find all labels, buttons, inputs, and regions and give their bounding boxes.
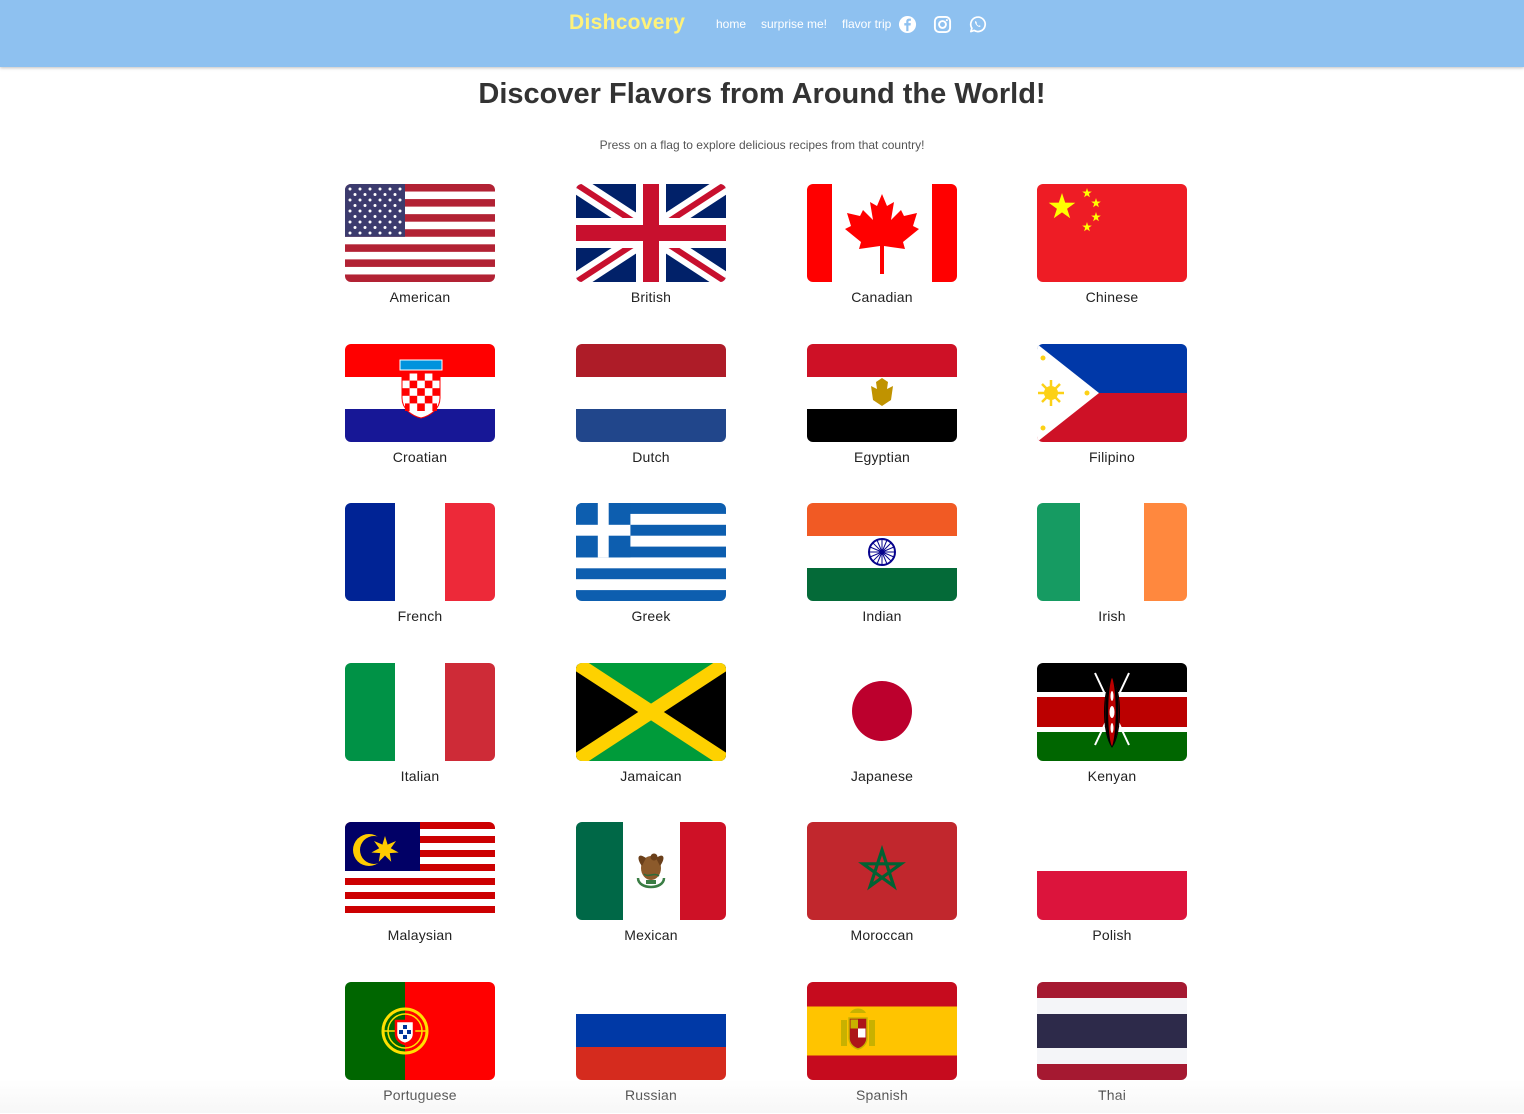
cuisine-card-spanish[interactable]: Spanish xyxy=(807,982,957,1114)
spain-flag-icon xyxy=(807,982,957,1080)
cuisine-label: French xyxy=(397,608,443,624)
cuisine-label: Jamaican xyxy=(620,768,682,784)
cuisine-label: Irish xyxy=(1098,608,1126,624)
cuisine-label: Filipino xyxy=(1089,449,1135,465)
cuisine-label: Polish xyxy=(1092,927,1132,943)
cuisine-label: Greek xyxy=(631,608,671,624)
italy-flag-icon xyxy=(345,663,495,761)
greece-flag-icon xyxy=(576,503,726,601)
cuisine-label: Moroccan xyxy=(850,927,914,943)
page-subtitle: Press on a flag to explore delicious rec… xyxy=(599,138,925,152)
cuisine-card-jamaican[interactable]: Jamaican xyxy=(576,663,726,795)
portugal-flag-icon xyxy=(345,982,495,1080)
canada-flag-icon xyxy=(807,184,957,282)
cuisine-label: Malaysian xyxy=(387,927,453,943)
cuisine-card-italian[interactable]: Italian xyxy=(345,663,495,795)
nav-link-home[interactable]: home xyxy=(716,17,746,31)
cuisine-card-portuguese[interactable]: Portuguese xyxy=(345,982,495,1114)
page-title: Discover Flavors from Around the World! xyxy=(478,78,1046,110)
cuisine-card-egyptian[interactable]: Egyptian xyxy=(807,344,957,476)
cuisine-label: Spanish xyxy=(856,1087,908,1103)
whatsapp-icon[interactable] xyxy=(968,15,987,34)
nav-link-surprise-me[interactable]: surprise me! xyxy=(761,17,827,31)
france-flag-icon xyxy=(345,503,495,601)
cuisine-card-dutch[interactable]: Dutch xyxy=(576,344,726,476)
cuisine-label: Croatian xyxy=(392,449,448,465)
cuisine-label: Dutch xyxy=(632,449,670,465)
netherlands-flag-icon xyxy=(576,344,726,442)
cuisine-card-polish[interactable]: Polish xyxy=(1037,822,1187,954)
cuisine-card-japanese[interactable]: Japanese xyxy=(807,663,957,795)
ireland-flag-icon xyxy=(1037,503,1187,601)
japan-flag-icon xyxy=(807,663,957,761)
cuisine-card-malaysian[interactable]: Malaysian xyxy=(345,822,495,954)
cuisine-label: Italian xyxy=(400,768,440,784)
kenya-flag-icon xyxy=(1037,663,1187,761)
cuisine-card-irish[interactable]: Irish xyxy=(1037,503,1187,635)
cuisine-label: American xyxy=(389,289,451,305)
cuisine-card-british[interactable]: British xyxy=(576,184,726,316)
nav-link-flavor-trip[interactable]: flavor trip xyxy=(842,17,891,31)
cuisine-label: British xyxy=(630,289,672,305)
russia-flag-icon xyxy=(576,982,726,1080)
india-flag-icon xyxy=(807,503,957,601)
cuisine-label: Indian xyxy=(862,608,902,624)
cuisine-label: Thai xyxy=(1097,1087,1127,1103)
brand-logo[interactable]: Dishcovery xyxy=(569,11,685,35)
morocco-flag-icon xyxy=(807,822,957,920)
egypt-flag-icon xyxy=(807,344,957,442)
cuisine-card-filipino[interactable]: Filipino xyxy=(1037,344,1187,476)
cuisine-card-chinese[interactable]: Chinese xyxy=(1037,184,1187,316)
facebook-icon[interactable] xyxy=(898,15,917,34)
cuisine-card-mexican[interactable]: Mexican xyxy=(576,822,726,954)
cuisine-card-french[interactable]: French xyxy=(345,503,495,635)
us-flag-icon xyxy=(345,184,495,282)
cuisine-label: Kenyan xyxy=(1087,768,1137,784)
cuisine-card-greek[interactable]: Greek xyxy=(576,503,726,635)
china-flag-icon xyxy=(1037,184,1187,282)
cuisine-card-canadian[interactable]: Canadian xyxy=(807,184,957,316)
mexico-flag-icon xyxy=(576,822,726,920)
thailand-flag-icon xyxy=(1037,982,1187,1080)
cuisine-label: Mexican xyxy=(624,927,678,943)
cuisine-card-croatian[interactable]: Croatian xyxy=(345,344,495,476)
cuisine-label: Egyptian xyxy=(853,449,911,465)
instagram-icon[interactable] xyxy=(933,15,952,34)
croatia-flag-icon xyxy=(345,344,495,442)
cuisine-label: Russian xyxy=(625,1087,677,1103)
cuisine-label: Chinese xyxy=(1085,289,1139,305)
cuisine-card-russian[interactable]: Russian xyxy=(576,982,726,1114)
cuisine-label: Canadian xyxy=(851,289,913,305)
jamaica-flag-icon xyxy=(576,663,726,761)
malaysia-flag-icon xyxy=(345,822,495,920)
poland-flag-icon xyxy=(1037,822,1187,920)
uk-flag-icon xyxy=(576,184,726,282)
bottom-fade xyxy=(0,1080,1524,1113)
philippines-flag-icon xyxy=(1037,344,1187,442)
cuisine-card-kenyan[interactable]: Kenyan xyxy=(1037,663,1187,795)
cuisine-card-american[interactable]: American xyxy=(345,184,495,316)
cuisine-label: Japanese xyxy=(850,768,914,784)
cuisine-card-moroccan[interactable]: Moroccan xyxy=(807,822,957,954)
cuisine-card-thai[interactable]: Thai xyxy=(1037,982,1187,1114)
cuisine-label: Portuguese xyxy=(383,1087,457,1103)
cuisine-card-indian[interactable]: Indian xyxy=(807,503,957,635)
navbar: Dishcovery home surprise me! flavor trip xyxy=(0,0,1524,67)
